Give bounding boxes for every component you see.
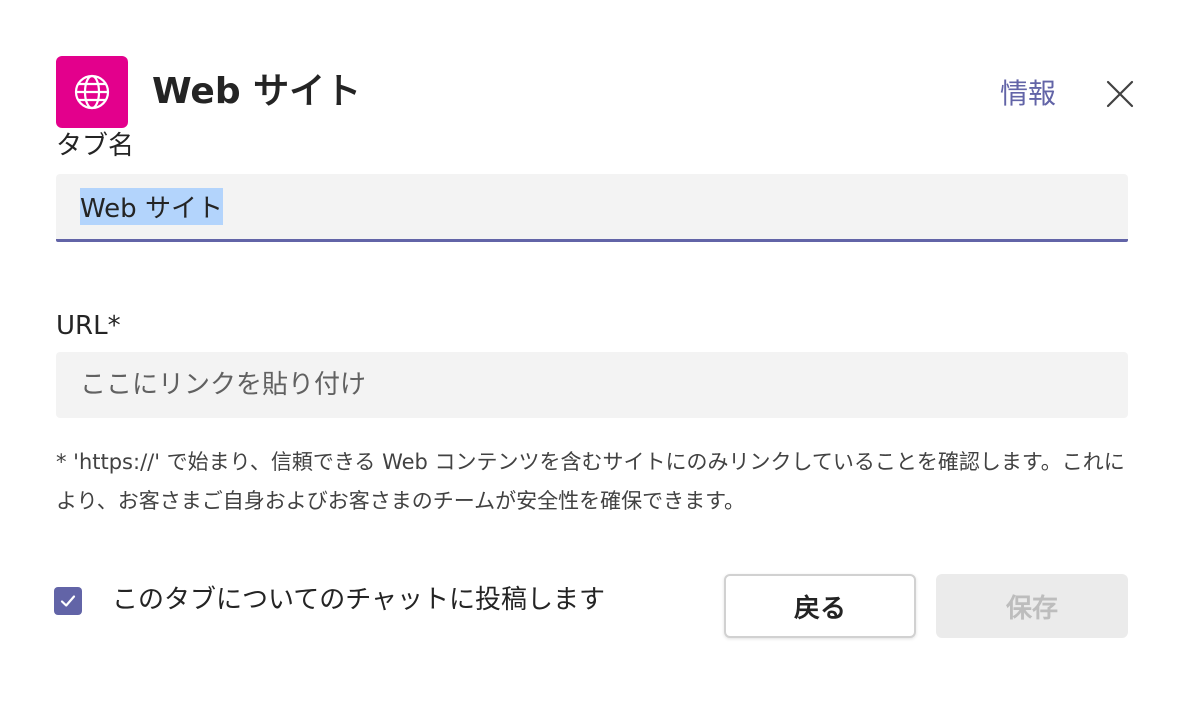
url-input[interactable]	[56, 352, 1128, 418]
globe-icon	[74, 74, 110, 110]
url-label: URL*	[56, 311, 121, 341]
tab-name-input[interactable]	[56, 174, 1128, 242]
post-to-chat-checkbox[interactable]	[54, 587, 82, 615]
app-icon	[56, 56, 128, 128]
back-button[interactable]: 戻る	[724, 574, 916, 638]
close-button[interactable]	[1104, 78, 1136, 110]
close-icon	[1106, 80, 1134, 108]
checkmark-icon	[60, 595, 76, 607]
help-text: * 'https://' で始まり、信頼できる Web コンテンツを含むサイトに…	[56, 450, 1125, 513]
tab-name-label: タブ名	[56, 131, 135, 161]
info-link[interactable]: 情報	[1000, 76, 1056, 112]
save-button: 保存	[936, 574, 1128, 638]
post-to-chat-label[interactable]: このタブについてのチャットに投稿します	[112, 583, 605, 617]
dialog-title: Web サイト	[152, 71, 362, 112]
